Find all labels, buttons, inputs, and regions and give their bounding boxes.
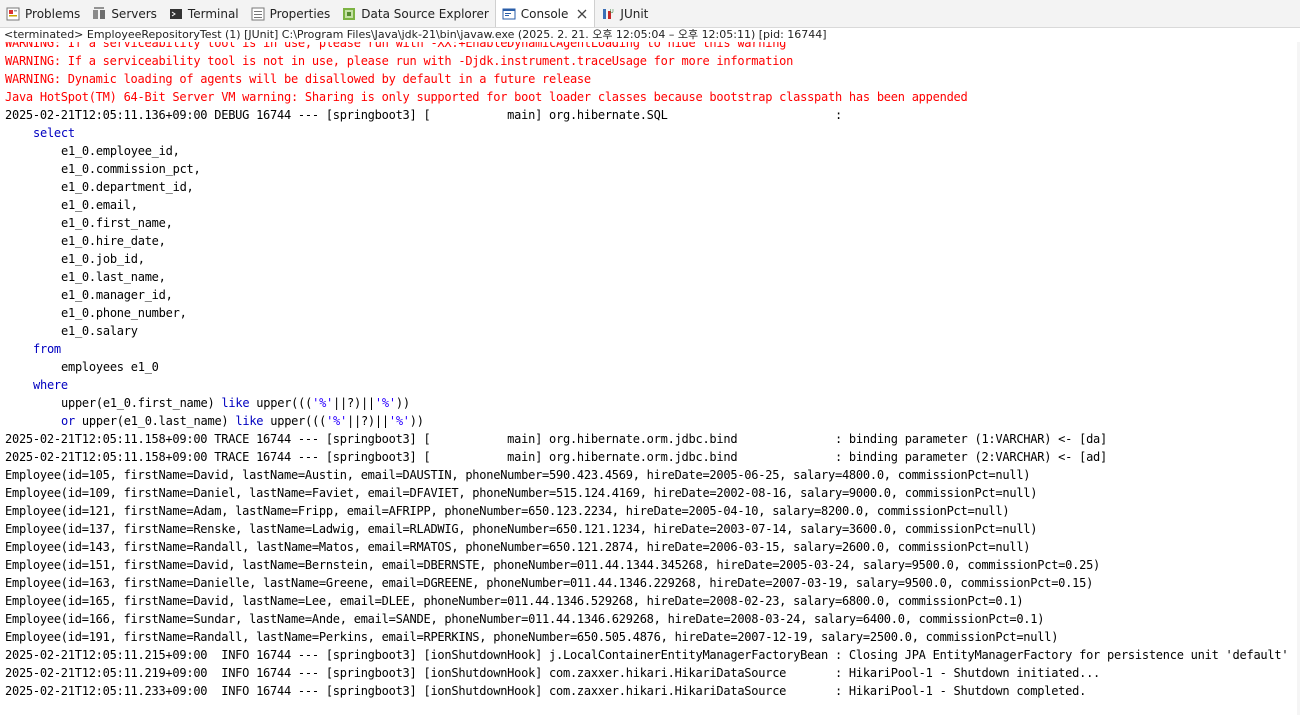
console-line: 2025-02-21T12:05:11.219+09:00 INFO 16744… (5, 666, 1101, 680)
svg-text:U: U (610, 9, 614, 15)
data-source-explorer-icon (341, 6, 357, 22)
console-line: e1_0.commission_pct, (61, 162, 201, 176)
tab-problems[interactable]: Problems (0, 0, 86, 27)
console-line: 2025-02-21T12:05:11.136+09:00 DEBUG 1674… (5, 108, 849, 122)
tab-terminal-label: Terminal (187, 6, 239, 21)
console-line: Java HotSpot(TM) 64-Bit Server VM warnin… (5, 90, 968, 104)
console-line: from (33, 342, 61, 356)
console-line: 2025-02-21T12:05:11.158+09:00 TRACE 1674… (5, 450, 1107, 464)
console-line: WARNING: Dynamic loading of agents will … (5, 72, 591, 86)
console-lines: WARNING: If a serviceability tool is in … (5, 42, 1289, 700)
console-line: e1_0.email, (61, 198, 138, 212)
console-line: 2025-02-21T12:05:11.215+09:00 INFO 16744… (5, 648, 1289, 662)
tab-properties[interactable]: Properties (245, 0, 337, 27)
tab-console[interactable]: Console (494, 0, 596, 27)
console-line: e1_0.last_name, (61, 270, 166, 284)
console-icon (501, 6, 517, 22)
console-line: Employee(id=121, firstName=Adam, lastNam… (5, 504, 1010, 518)
console-line: employees e1_0 (61, 360, 159, 374)
problems-icon (5, 6, 21, 22)
console-line: Employee(id=143, firstName=Randall, last… (5, 540, 1031, 554)
junit-icon: U (600, 6, 616, 22)
tab-data-source-explorer-label: Data Source Explorer (361, 6, 489, 21)
console-line: or upper(e1_0.last_name) like upper((('%… (61, 414, 424, 428)
tab-junit-label: JUnit (620, 6, 649, 21)
console-line: 2025-02-21T12:05:11.233+09:00 INFO 16744… (5, 684, 1087, 698)
tab-servers[interactable]: Servers (86, 0, 163, 27)
console-line: Employee(id=165, firstName=David, lastNa… (5, 594, 1024, 608)
close-icon[interactable] (576, 8, 588, 20)
console-line: e1_0.hire_date, (61, 234, 166, 248)
console-line: e1_0.department_id, (61, 180, 194, 194)
console-line: upper(e1_0.first_name) like upper((('%'|… (61, 396, 410, 410)
view-tab-bar: Problems Servers Terminal Properties Dat… (0, 0, 1300, 28)
console-line: Employee(id=137, firstName=Renske, lastN… (5, 522, 1038, 536)
console-line: e1_0.phone_number, (61, 306, 187, 320)
console-process-info: <terminated> EmployeeRepositoryTest (1) … (0, 28, 1300, 42)
console-line: Employee(id=163, firstName=Danielle, las… (5, 576, 1094, 590)
console-line: e1_0.employee_id, (61, 144, 180, 158)
servers-icon (91, 6, 107, 22)
tab-properties-label: Properties (269, 6, 331, 21)
terminal-icon (168, 6, 184, 22)
console-line: e1_0.manager_id, (61, 288, 173, 302)
properties-icon (250, 6, 266, 22)
console-line: e1_0.job_id, (61, 252, 145, 266)
tab-junit[interactable]: U JUnit (595, 0, 654, 27)
console-line: Employee(id=191, firstName=Randall, last… (5, 630, 1059, 644)
console-line: WARNING: If a serviceability tool is not… (5, 54, 794, 68)
console-line: Employee(id=109, firstName=Daniel, lastN… (5, 486, 1038, 500)
console-line: WARNING: If a serviceability tool is in … (5, 42, 787, 50)
console-output[interactable]: WARNING: If a serviceability tool is in … (0, 42, 1300, 715)
console-line: Employee(id=166, firstName=Sundar, lastN… (5, 612, 1045, 626)
tab-console-label: Console (520, 6, 569, 21)
tab-terminal[interactable]: Terminal (163, 0, 245, 27)
tab-data-source-explorer[interactable]: Data Source Explorer (336, 0, 494, 27)
console-line: select (33, 126, 75, 140)
console-line: 2025-02-21T12:05:11.158+09:00 TRACE 1674… (5, 432, 1107, 446)
console-line: where (33, 378, 68, 392)
tab-problems-label: Problems (25, 6, 81, 21)
console-line: e1_0.first_name, (61, 216, 173, 230)
console-line: Employee(id=151, firstName=David, lastNa… (5, 558, 1101, 572)
console-line: e1_0.salary (61, 324, 138, 338)
tab-servers-label: Servers (111, 6, 157, 21)
console-line: Employee(id=105, firstName=David, lastNa… (5, 468, 1031, 482)
